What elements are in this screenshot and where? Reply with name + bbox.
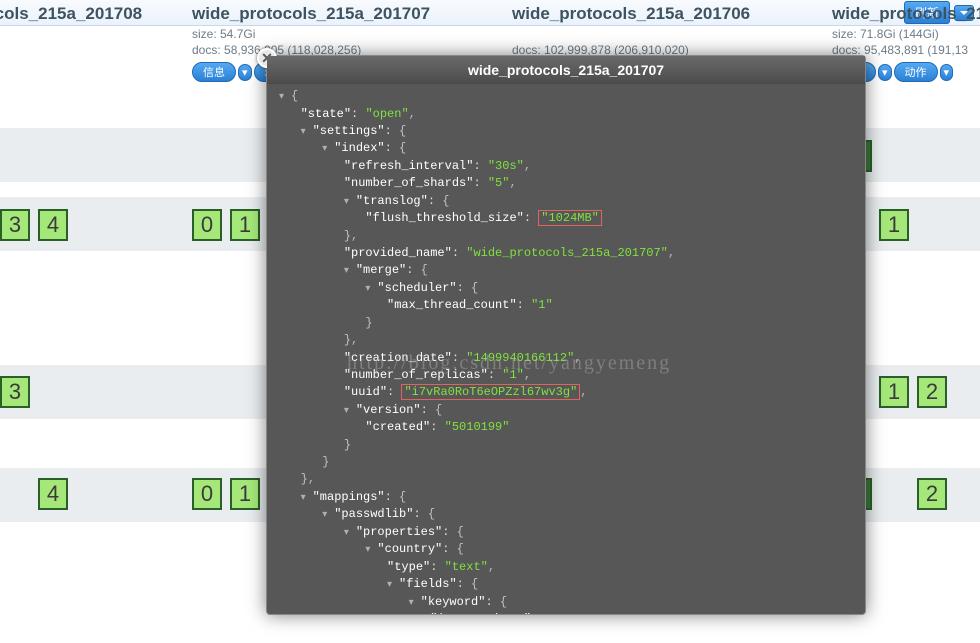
shard-box[interactable]: 1 xyxy=(230,209,260,241)
info-dropdown[interactable]: ▾ xyxy=(878,64,892,81)
shard-box[interactable]: 1 xyxy=(879,209,909,241)
actions-dropdown[interactable]: ▾ xyxy=(940,64,954,81)
modal-body[interactable]: http://blog.csdn.net/yangyemeng ▾{ "stat… xyxy=(267,84,865,614)
index-name[interactable]: wide_protocols_215a_201706 xyxy=(508,0,828,26)
index-size: size: 71.8Gi (144Gi) xyxy=(828,26,980,42)
index-name[interactable]: wide_protocols_215a_201707 xyxy=(188,0,508,26)
index-size: 0,560,674) xyxy=(0,26,180,42)
index-size: size: 54.7Gi xyxy=(188,26,508,42)
index-size xyxy=(508,26,828,42)
json-tree: ▾{ "state": "open", ▾"settings": { ▾"ind… xyxy=(279,88,859,614)
shard-box[interactable]: 0 xyxy=(192,209,222,241)
shard-box[interactable]: 3 xyxy=(0,376,30,408)
actions-button[interactable]: 动作 xyxy=(894,62,938,82)
shard-box[interactable]: 1 xyxy=(879,376,909,408)
info-dropdown[interactable]: ▾ xyxy=(238,64,252,81)
shard-box[interactable]: 0 xyxy=(192,478,222,510)
index-column: wide_protocols_215a_201708 0,560,674) xyxy=(0,0,180,42)
shard-box[interactable]: 1 xyxy=(230,478,260,510)
shard-box[interactable]: 3 xyxy=(0,209,30,241)
shard-box[interactable]: 4 xyxy=(38,209,68,241)
modal-title: wide_protocols_215a_201707 xyxy=(267,56,865,84)
index-name[interactable]: wide_protocols_215a_201708 xyxy=(0,0,180,26)
shard-box[interactable]: 2 xyxy=(917,376,947,408)
shard-box[interactable]: 4 xyxy=(38,478,68,510)
index-detail-modal: ✕ wide_protocols_215a_201707 http://blog… xyxy=(266,55,866,615)
info-button[interactable]: 信息 xyxy=(192,62,236,82)
index-name[interactable]: wide_protocols_215a_ xyxy=(828,0,980,26)
shard-box[interactable]: 2 xyxy=(917,478,947,510)
